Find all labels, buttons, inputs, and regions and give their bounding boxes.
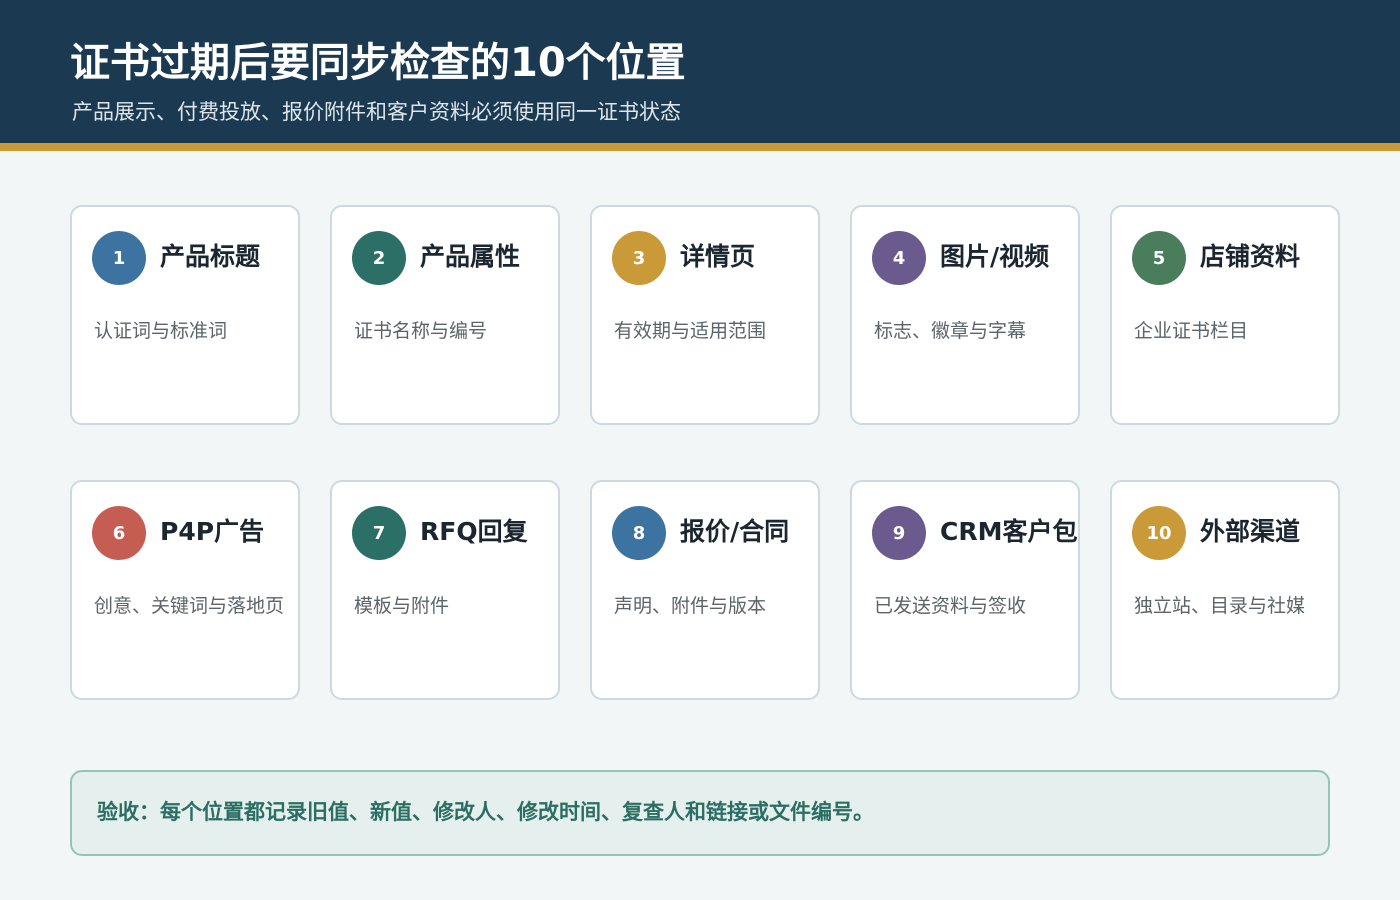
- card-description: 模板与附件: [354, 595, 450, 617]
- card-title: 详情页: [680, 242, 756, 271]
- card-title: 外部渠道: [1200, 517, 1301, 546]
- number-badge: 7: [352, 506, 406, 560]
- card-description: 企业证书栏目: [1134, 320, 1249, 342]
- number-badge: 10: [1132, 506, 1186, 560]
- number-badge: 5: [1132, 231, 1186, 285]
- card-title: CRM客户包: [940, 517, 1078, 546]
- location-card-1: 1 产品标题 认证词与标准词: [70, 205, 300, 425]
- card-title: 店铺资料: [1200, 242, 1301, 271]
- location-card-7: 7 RFQ回复 模板与附件: [330, 480, 560, 700]
- card-title: RFQ回复: [420, 517, 528, 546]
- location-card-2: 2 产品属性 证书名称与编号: [330, 205, 560, 425]
- card-description: 创意、关键词与落地页: [94, 595, 285, 617]
- location-card-4: 4 图片/视频 标志、徽章与字幕: [850, 205, 1080, 425]
- location-card-6: 6 P4P广告 创意、关键词与落地页: [70, 480, 300, 700]
- card-description: 独立站、目录与社媒: [1134, 595, 1306, 617]
- card-description: 认证词与标准词: [94, 320, 228, 342]
- page-header: 证书过期后要同步检查的10个位置 产品展示、付费投放、报价附件和客户资料必须使用…: [0, 0, 1400, 143]
- number-badge: 8: [612, 506, 666, 560]
- acceptance-note: 验收：每个位置都记录旧值、新值、修改人、修改时间、复查人和链接或文件编号。: [70, 770, 1330, 856]
- page-title: 证书过期后要同步检查的10个位置: [70, 40, 686, 86]
- card-description: 有效期与适用范围: [614, 320, 767, 342]
- card-description: 声明、附件与版本: [614, 595, 767, 617]
- card-description: 已发送资料与签收: [874, 595, 1027, 617]
- page-subtitle: 产品展示、付费投放、报价附件和客户资料必须使用同一证书状态: [72, 100, 681, 124]
- card-title: 产品标题: [160, 242, 261, 271]
- card-title: 图片/视频: [940, 242, 1050, 271]
- number-badge: 9: [872, 506, 926, 560]
- location-card-10: 10 外部渠道 独立站、目录与社媒: [1110, 480, 1340, 700]
- number-badge: 6: [92, 506, 146, 560]
- acceptance-note-text: 验收：每个位置都记录旧值、新值、修改人、修改时间、复查人和链接或文件编号。: [97, 800, 874, 824]
- card-title: 产品属性: [420, 242, 521, 271]
- card-title: P4P广告: [160, 517, 265, 546]
- location-card-5: 5 店铺资料 企业证书栏目: [1110, 205, 1340, 425]
- location-card-9: 9 CRM客户包 已发送资料与签收: [850, 480, 1080, 700]
- card-description: 证书名称与编号: [354, 320, 488, 342]
- number-badge: 4: [872, 231, 926, 285]
- number-badge: 3: [612, 231, 666, 285]
- location-card-8: 8 报价/合同 声明、附件与版本: [590, 480, 820, 700]
- card-description: 标志、徽章与字幕: [874, 320, 1027, 342]
- card-title: 报价/合同: [680, 517, 790, 546]
- location-card-3: 3 详情页 有效期与适用范围: [590, 205, 820, 425]
- accent-divider: [0, 143, 1400, 151]
- number-badge: 2: [352, 231, 406, 285]
- number-badge: 1: [92, 231, 146, 285]
